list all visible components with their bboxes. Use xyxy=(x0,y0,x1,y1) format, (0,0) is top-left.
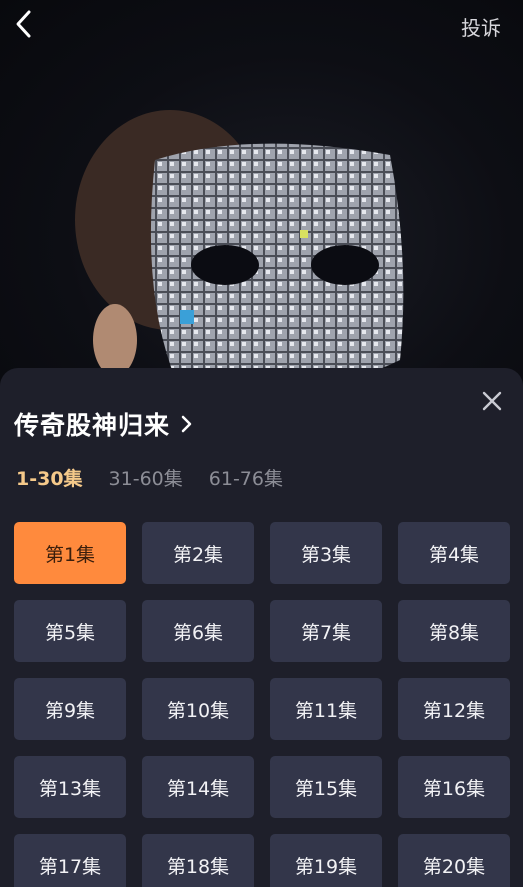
episode-button[interactable]: 第19集 xyxy=(270,834,382,887)
video-player[interactable] xyxy=(0,0,523,400)
episode-button[interactable]: 第10集 xyxy=(142,678,254,740)
episode-button[interactable]: 第14集 xyxy=(142,756,254,818)
back-arrow-icon xyxy=(16,10,31,38)
episode-button[interactable]: 第15集 xyxy=(270,756,382,818)
episode-button[interactable]: 第8集 xyxy=(398,600,510,662)
episode-button[interactable]: 第11集 xyxy=(270,678,382,740)
episode-button[interactable]: 第13集 xyxy=(14,756,126,818)
episode-button[interactable]: 第20集 xyxy=(398,834,510,887)
episode-sheet: 传奇股神归来 1-30集 31-60集 61-76集 第1集 第2集 第3集 第… xyxy=(0,368,523,887)
episode-button[interactable]: 第9集 xyxy=(14,678,126,740)
episode-button[interactable]: 第12集 xyxy=(398,678,510,740)
report-button[interactable]: 投诉 xyxy=(461,12,501,41)
close-button[interactable] xyxy=(479,388,505,414)
range-tab-1-30[interactable]: 1-30集 xyxy=(16,464,83,491)
episode-button[interactable]: 第18集 xyxy=(142,834,254,887)
episode-button[interactable]: 第3集 xyxy=(270,522,382,584)
mirror-mask-image xyxy=(75,110,404,392)
episode-button[interactable]: 第6集 xyxy=(142,600,254,662)
range-tab-61-76[interactable]: 61-76集 xyxy=(209,464,283,491)
range-tab-31-60[interactable]: 31-60集 xyxy=(109,464,183,491)
episode-button[interactable]: 第2集 xyxy=(142,522,254,584)
series-title: 传奇股神归来 xyxy=(14,411,171,440)
episode-range-tabs: 1-30集 31-60集 61-76集 xyxy=(16,464,309,491)
series-title-link[interactable]: 传奇股神归来 xyxy=(14,406,194,442)
episode-grid: 第1集 第2集 第3集 第4集 第5集 第6集 第7集 第8集 第9集 第10集… xyxy=(14,522,510,887)
episode-button[interactable]: 第4集 xyxy=(398,522,510,584)
top-bar: 投诉 xyxy=(0,0,523,50)
episode-button[interactable]: 第5集 xyxy=(14,600,126,662)
episode-button[interactable]: 第1集 xyxy=(14,522,126,584)
episode-button[interactable]: 第7集 xyxy=(270,600,382,662)
chevron-right-icon xyxy=(181,415,192,433)
episode-button[interactable]: 第16集 xyxy=(398,756,510,818)
close-icon xyxy=(482,391,502,411)
episode-button[interactable]: 第17集 xyxy=(14,834,126,887)
back-button[interactable] xyxy=(10,8,40,40)
